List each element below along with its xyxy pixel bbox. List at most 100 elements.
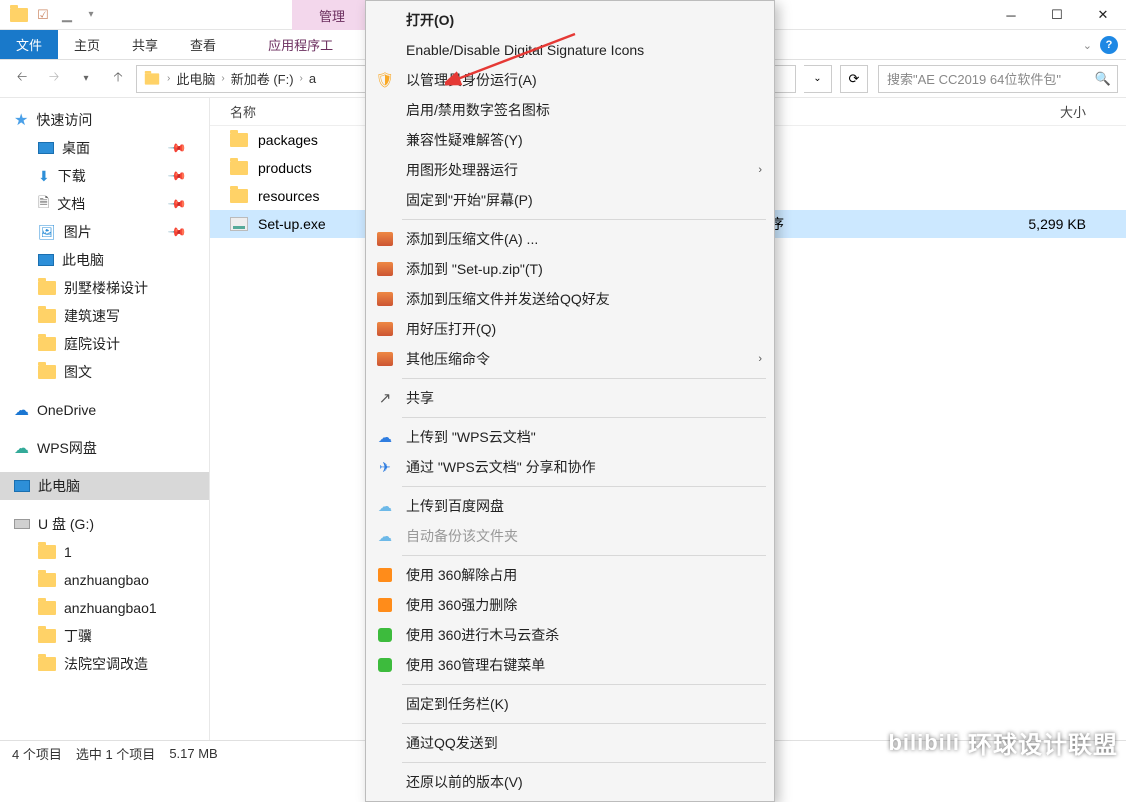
menu-send-qq[interactable]: 通过QQ发送到 xyxy=(366,728,774,758)
sidebar-documents[interactable]: 🗎文档📌 xyxy=(0,190,209,218)
sidebar-folder-1[interactable]: 别墅楼梯设计 xyxy=(0,274,209,302)
menu-restore-previous[interactable]: 还原以前的版本(V) xyxy=(366,767,774,797)
menu-360-menu[interactable]: 使用 360管理右键菜单 xyxy=(366,650,774,680)
sidebar-udisk[interactable]: U 盘 (G:) xyxy=(0,510,209,538)
sidebar-item-label: U 盘 (G:) xyxy=(38,514,94,534)
forward-button[interactable]: 🡢 xyxy=(40,65,68,93)
chevron-icon[interactable]: › xyxy=(167,73,170,84)
sidebar-folder-4[interactable]: 图文 xyxy=(0,358,209,386)
column-size[interactable]: 大小 xyxy=(1060,102,1086,121)
share-icon: ↗ xyxy=(376,389,394,407)
close-button[interactable]: ✕ xyxy=(1080,0,1126,30)
sidebar-item-label: 图片 xyxy=(64,222,92,242)
contextual-tab-header: 管理 xyxy=(292,0,372,30)
search-placeholder: 搜索"AE CC2019 64位软件包" xyxy=(887,69,1061,88)
menu-wps-share[interactable]: ✈通过 "WPS云文档" 分享和协作 xyxy=(366,452,774,482)
tab-file[interactable]: 文件 xyxy=(0,30,58,59)
menu-run-gpu[interactable]: 用图形处理器运行› xyxy=(366,155,774,185)
sidebar-folder-3[interactable]: 庭院设计 xyxy=(0,330,209,358)
sidebar-item-label: WPS网盘 xyxy=(37,438,97,458)
desktop-icon xyxy=(38,142,54,154)
menu-other-compress[interactable]: 其他压缩命令› xyxy=(366,344,774,374)
menu-pin-start[interactable]: 固定到"开始"屏幕(P) xyxy=(366,185,774,215)
menu-360-scan[interactable]: 使用 360进行木马云查杀 xyxy=(366,620,774,650)
properties-icon[interactable]: ☑ xyxy=(34,6,52,24)
sidebar-item-label: 建筑速写 xyxy=(64,306,120,326)
menu-wps-upload[interactable]: ☁上传到 "WPS云文档" xyxy=(366,422,774,452)
menu-run-as-admin[interactable]: 🛡以管理员身份运行(A) xyxy=(366,65,774,95)
sidebar-udisk-2[interactable]: anzhuangbao xyxy=(0,566,209,594)
minimize-button[interactable]: ─ xyxy=(988,0,1034,30)
menu-open-haozip[interactable]: 用好压打开(Q) xyxy=(366,314,774,344)
breadcrumb-volume[interactable]: 新加卷 (F:) xyxy=(231,69,294,88)
menu-compatibility[interactable]: 兼容性疑难解答(Y) xyxy=(366,125,774,155)
back-button[interactable]: 🡠 xyxy=(8,65,36,93)
tab-share[interactable]: 共享 xyxy=(116,30,174,59)
help-icon[interactable]: ? xyxy=(1100,36,1118,54)
sidebar-udisk-4[interactable]: 丁骥 xyxy=(0,622,209,650)
folder-icon xyxy=(230,161,248,175)
sidebar-item-label: 图文 xyxy=(64,362,92,382)
menu-separator xyxy=(402,417,766,418)
tab-view[interactable]: 查看 xyxy=(174,30,232,59)
sidebar-downloads[interactable]: ⬇下载📌 xyxy=(0,162,209,190)
breadcrumb-this-pc[interactable]: 此电脑 xyxy=(176,69,215,88)
chevron-icon[interactable]: › xyxy=(221,73,224,84)
sidebar-pictures[interactable]: 🖼图片📌 xyxy=(0,218,209,246)
file-name: packages xyxy=(258,132,318,148)
menu-enable-signature-icon[interactable]: 启用/禁用数字签名图标 xyxy=(366,95,774,125)
sidebar-folder-2[interactable]: 建筑速写 xyxy=(0,302,209,330)
tab-app-tools[interactable]: 应用程序工 xyxy=(252,30,349,59)
address-dropdown-button[interactable]: ⌄ xyxy=(804,65,832,93)
up-button[interactable]: 🡡 xyxy=(104,65,132,93)
maximize-button[interactable]: ☐ xyxy=(1034,0,1080,30)
drive-icon xyxy=(14,519,30,529)
sidebar-udisk-3[interactable]: anzhuangbao1 xyxy=(0,594,209,622)
tab-home[interactable]: 主页 xyxy=(58,30,116,59)
document-icon: 🗎 xyxy=(38,192,49,216)
sidebar-item-label: 此电脑 xyxy=(62,250,104,270)
menu-360-delete[interactable]: 使用 360强力删除 xyxy=(366,590,774,620)
menu-pin-taskbar[interactable]: 固定到任务栏(K) xyxy=(366,689,774,719)
ribbon-expand-icon[interactable]: ⌄ xyxy=(1083,39,1092,52)
sidebar-wps[interactable]: ☁WPS网盘 xyxy=(0,434,209,462)
breadcrumb-partial[interactable]: a xyxy=(309,71,316,86)
menu-separator xyxy=(402,219,766,220)
search-input[interactable]: 搜索"AE CC2019 64位软件包" 🔍 xyxy=(878,65,1118,93)
menu-enable-signature[interactable]: Enable/Disable Digital Signature Icons xyxy=(366,35,774,65)
qat-dropdown-icon[interactable]: ▾ xyxy=(82,6,100,24)
menu-add-zip[interactable]: 添加到 "Set-up.zip"(T) xyxy=(366,254,774,284)
menu-baidu-upload[interactable]: ☁上传到百度网盘 xyxy=(366,491,774,521)
search-icon[interactable]: 🔍 xyxy=(1095,71,1111,87)
sidebar-item-label: anzhuangbao1 xyxy=(64,600,157,616)
cloud-icon: ☁ xyxy=(376,527,394,545)
folder-icon xyxy=(38,281,56,295)
pc-icon xyxy=(14,480,30,492)
sidebar-onedrive[interactable]: ☁OneDrive xyxy=(0,396,209,424)
menu-360-unlock[interactable]: 使用 360解除占用 xyxy=(366,560,774,590)
sidebar-item-label: 庭院设计 xyxy=(64,334,120,354)
sidebar-item-label: 此电脑 xyxy=(38,476,80,496)
menu-label: 用好压打开(Q) xyxy=(406,319,496,339)
menu-label: 自动备份该文件夹 xyxy=(406,526,518,546)
navigation-pane: ★快速访问 桌面📌 ⬇下载📌 🗎文档📌 🖼图片📌 此电脑 别墅楼梯设计 建筑速写… xyxy=(0,98,210,740)
chevron-icon[interactable]: › xyxy=(300,73,303,84)
sidebar-udisk-1[interactable]: 1 xyxy=(0,538,209,566)
sidebar-quick-access[interactable]: ★快速访问 xyxy=(0,106,209,134)
menu-open[interactable]: 打开(O) xyxy=(366,5,774,35)
sidebar-this-pc[interactable]: 此电脑 xyxy=(0,472,209,500)
menu-separator xyxy=(402,555,766,556)
submenu-arrow-icon: › xyxy=(758,164,762,176)
sidebar-this-pc-q[interactable]: 此电脑 xyxy=(0,246,209,274)
menu-add-qq[interactable]: 添加到压缩文件并发送给QQ好友 xyxy=(366,284,774,314)
recent-dropdown-icon[interactable]: ▾ xyxy=(72,65,100,93)
sidebar-desktop[interactable]: 桌面📌 xyxy=(0,134,209,162)
sidebar-udisk-5[interactable]: 法院空调改造 xyxy=(0,650,209,678)
folder-icon xyxy=(38,657,56,671)
quick-access-toolbar: ☑ ▁ ▾ xyxy=(0,6,100,24)
refresh-button[interactable]: ⟳ xyxy=(840,65,868,93)
menu-label: 共享 xyxy=(406,388,434,408)
menu-label: 通过 "WPS云文档" 分享和协作 xyxy=(406,457,596,477)
menu-share[interactable]: ↗ 共享 xyxy=(366,383,774,413)
menu-add-archive[interactable]: 添加到压缩文件(A) ... xyxy=(366,224,774,254)
